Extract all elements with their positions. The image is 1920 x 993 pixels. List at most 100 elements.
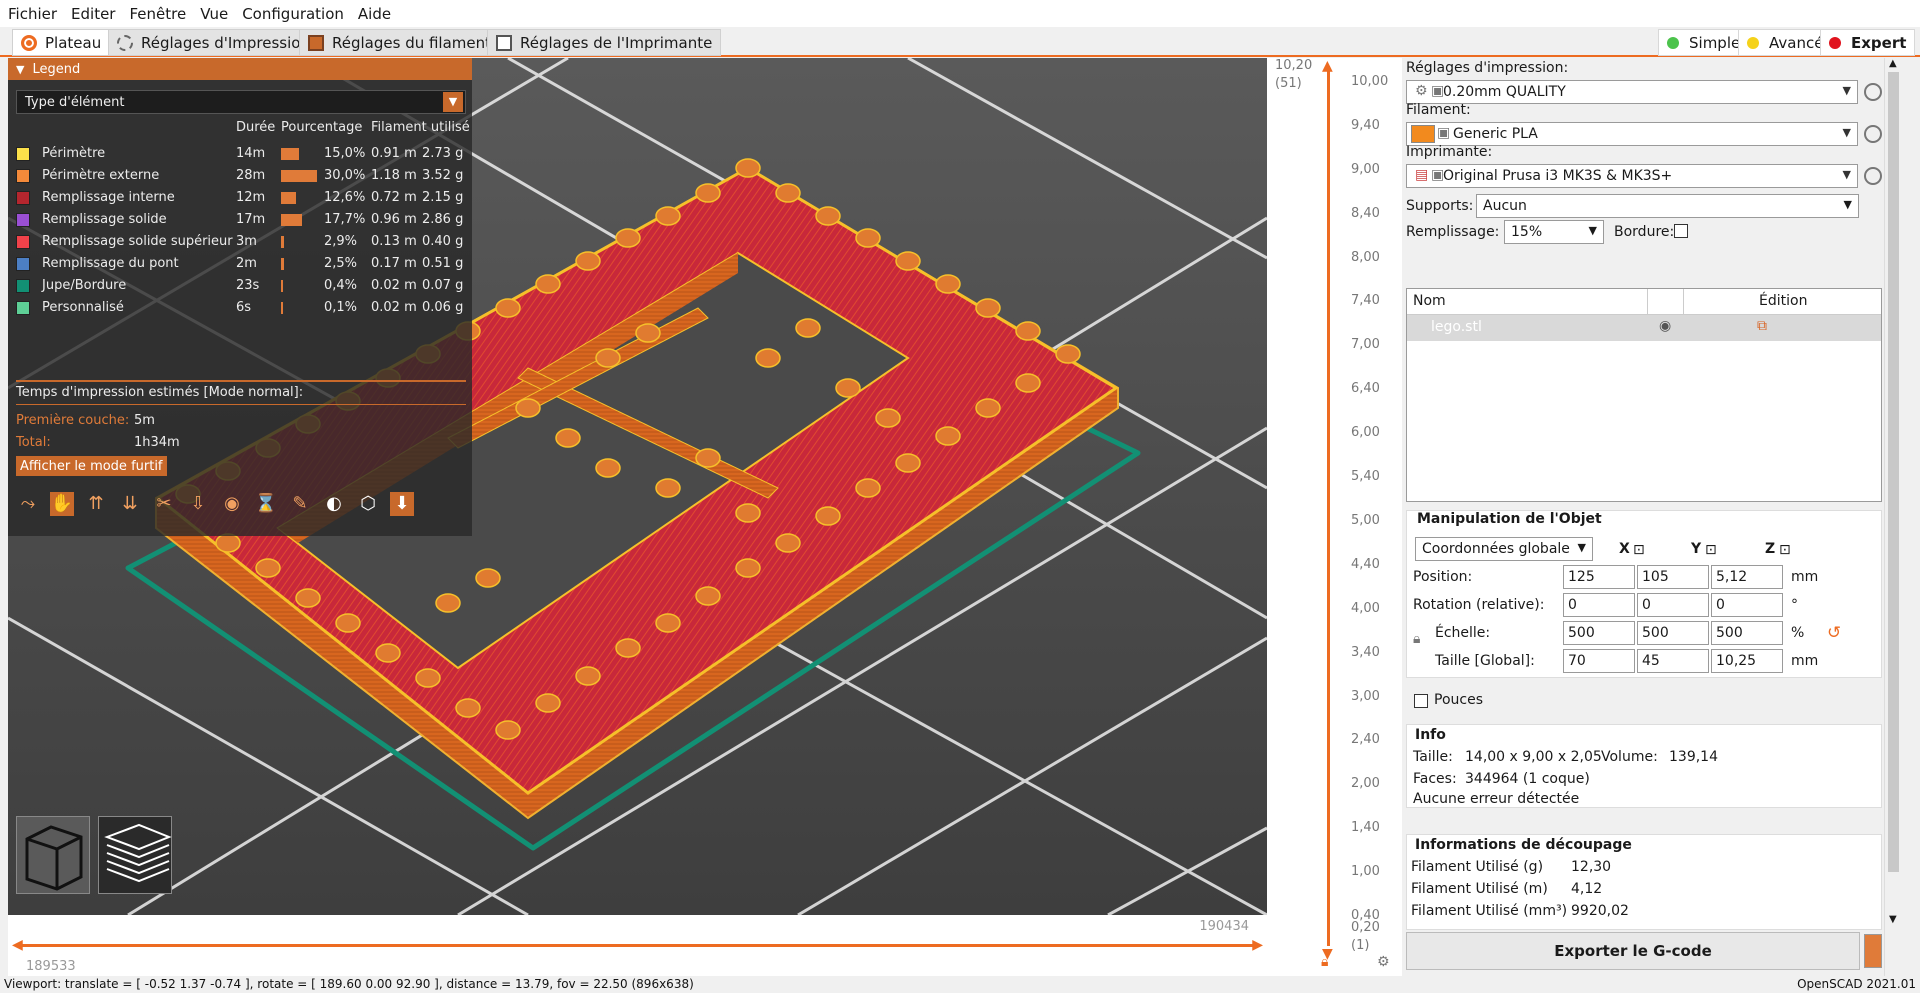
legend-row-grams: 0.51 g xyxy=(422,256,464,271)
print-settings-edit-icon[interactable] xyxy=(1864,83,1882,101)
rotation-x-input[interactable]: 0 xyxy=(1563,593,1635,617)
legend-row-meters: 0.72 m xyxy=(371,190,417,205)
print-settings-combo[interactable]: ⚙ ▣ 0.20mm QUALITY ▼ xyxy=(1406,80,1858,104)
tab-print-settings[interactable]: Réglages d'Impression xyxy=(108,29,319,56)
filament-color-swatch[interactable] xyxy=(1411,125,1435,143)
send-to-printer-icon[interactable] xyxy=(1864,934,1882,968)
left-thumb-icon[interactable]: ◀ xyxy=(12,937,23,953)
object-name: lego.stl xyxy=(1431,319,1482,335)
tool-marker-icon[interactable]: ⬇ xyxy=(390,492,414,516)
menu-fichier[interactable]: Fichier xyxy=(8,5,57,23)
sidebar-scrollbar[interactable]: ▲ ▼ xyxy=(1884,58,1902,976)
reset-scale-icon[interactable]: ↺ xyxy=(1827,623,1841,643)
position-y-input[interactable]: 105 xyxy=(1637,565,1709,589)
size-x-input[interactable]: 70 xyxy=(1563,649,1635,673)
pause-prints-icon[interactable]: ⌛ xyxy=(254,492,278,516)
position-x-input[interactable]: 125 xyxy=(1563,565,1635,589)
color-changes-icon[interactable]: ◉ xyxy=(220,492,244,516)
status-bar: Viewport: translate = [ -0.52 1.37 -0.74… xyxy=(0,976,1920,993)
tab-plateau[interactable]: Plateau xyxy=(12,29,111,56)
scale-z-input[interactable]: 500 xyxy=(1711,621,1783,645)
move-slider-track[interactable] xyxy=(18,944,1257,947)
rotation-y-input[interactable]: 0 xyxy=(1637,593,1709,617)
size-z-input[interactable]: 10,25 xyxy=(1711,649,1783,673)
right-thumb-icon[interactable]: ▶ xyxy=(1252,937,1263,953)
feature-type-select[interactable]: Type d'élément ▼ xyxy=(16,90,466,114)
mode-advanced-label: Avancé xyxy=(1769,33,1824,52)
size-y-input[interactable]: 45 xyxy=(1637,649,1709,673)
drop-to-bed-x-icon[interactable]: ⊡ xyxy=(1633,542,1645,558)
layer-tick-label: 3,40 xyxy=(1351,644,1380,660)
edit-icon[interactable]: ⧉ xyxy=(1757,318,1767,334)
legend-title: Legend xyxy=(32,61,81,77)
tab-printer-settings[interactable]: Réglages de l'Imprimante xyxy=(487,29,722,56)
scale-lock-icon[interactable]: 🔒︎ xyxy=(1413,631,1420,647)
mode-simple-button[interactable]: Simple xyxy=(1658,29,1750,56)
expert-dot-icon xyxy=(1829,36,1841,49)
layers-view-button[interactable] xyxy=(98,816,172,894)
retractions-icon[interactable]: ⇈ xyxy=(84,492,108,516)
object-list-header: Nom Édition xyxy=(1407,289,1881,315)
drop-to-bed-y-icon[interactable]: ⊡ xyxy=(1705,542,1717,558)
object-list[interactable]: Nom Édition lego.stl ◉ ⧉ xyxy=(1406,288,1882,502)
legend-row-meters: 0.13 m xyxy=(371,234,417,249)
scale-x-input[interactable]: 500 xyxy=(1563,621,1635,645)
tab-bar: Plateau Réglages d'Impression Réglages d… xyxy=(0,27,1920,57)
slicing-row-label: Filament Utilisé (mm³) xyxy=(1411,903,1568,919)
legend-row: Remplissage solide 17m 17,7% 0.96 m 2.86 g xyxy=(8,210,472,228)
lock-small-icon: ▣ xyxy=(1431,83,1445,99)
list-item[interactable]: lego.stl ◉ ⧉ xyxy=(1407,315,1881,341)
scrollbar-thumb[interactable] xyxy=(1888,72,1899,872)
deretractions-icon[interactable]: ⇊ xyxy=(118,492,142,516)
center-of-gravity-icon[interactable]: ◐ xyxy=(322,492,346,516)
rotation-z-input[interactable]: 0 xyxy=(1711,593,1783,617)
layer-tick-label: 1,00 xyxy=(1351,864,1380,880)
drop-to-bed-z-icon[interactable]: ⊡ xyxy=(1779,542,1791,558)
menu-vue[interactable]: Vue xyxy=(200,5,228,23)
filament-combo[interactable]: ▣ Generic PLA ▼ xyxy=(1406,122,1858,146)
upper-thumb-icon[interactable]: ▲ xyxy=(1322,58,1333,74)
cog-icon[interactable]: ⚙ xyxy=(1377,954,1390,970)
custom-gcodes-icon[interactable]: ✎ xyxy=(288,492,312,516)
stealth-mode-button[interactable]: Afficher le mode furtif xyxy=(16,456,167,476)
3d-view-button[interactable] xyxy=(16,816,90,894)
legend-header[interactable]: ▼ Legend xyxy=(8,58,472,80)
filament-edit-icon[interactable] xyxy=(1864,125,1882,143)
layer-slider-track[interactable] xyxy=(1327,66,1330,946)
mode-advanced-button[interactable]: Avancé xyxy=(1738,29,1833,56)
wipe-icon[interactable]: ✋ xyxy=(50,492,74,516)
seams-icon[interactable]: ✂ xyxy=(152,492,176,516)
brim-checkbox[interactable] xyxy=(1674,224,1688,238)
menu-configuration[interactable]: Configuration xyxy=(242,5,344,23)
printer-combo[interactable]: ▤ ▣ Original Prusa i3 MK3S & MK3S+ ▼ xyxy=(1406,164,1858,188)
menu-aide[interactable]: Aide xyxy=(358,5,391,23)
menu-fenetre[interactable]: Fenêtre xyxy=(129,5,186,23)
position-z-input[interactable]: 5,12 xyxy=(1711,565,1783,589)
infill-combo[interactable]: 15% ▼ xyxy=(1504,220,1604,244)
legend-row-percent: 15,0% xyxy=(324,146,366,161)
info-faces-value: 344964 (1 coque) xyxy=(1465,771,1590,787)
menu-editer[interactable]: Editer xyxy=(71,5,115,23)
scale-y-input[interactable]: 500 xyxy=(1637,621,1709,645)
travel-icon[interactable]: ⤳ xyxy=(16,492,40,516)
inches-checkbox[interactable] xyxy=(1414,694,1428,708)
tool-changes-icon[interactable]: ⇩ xyxy=(186,492,210,516)
3d-viewport[interactable]: ▼ Legend Type d'élément ▼ Durée Pourcent… xyxy=(8,58,1267,915)
tab-filament-settings[interactable]: Réglages du filament xyxy=(299,29,501,56)
lock-icon[interactable]: 🔒︎ xyxy=(1321,954,1328,970)
info-faces-label: Faces: xyxy=(1413,771,1457,787)
tab-filament-settings-label: Réglages du filament xyxy=(332,33,492,52)
layer-slider[interactable]: 10,20 (51) ▲ ▼ 10,00 9,40 9,00 8,40 8,00 7,40… xyxy=(1267,58,1402,976)
move-slider[interactable]: 190434 ◀ ▶ 189533 xyxy=(8,915,1267,976)
shells-icon[interactable]: ⬡ xyxy=(356,492,380,516)
printer-edit-icon[interactable] xyxy=(1864,167,1882,185)
col-duration: Durée xyxy=(236,120,276,135)
scroll-up-icon[interactable]: ▲ xyxy=(1889,58,1897,69)
export-gcode-button[interactable]: Exporter le G-code xyxy=(1406,932,1860,970)
coordinates-combo[interactable]: Coordonnées globale ▼ xyxy=(1415,537,1593,561)
mode-expert-button[interactable]: Expert xyxy=(1820,29,1916,56)
supports-combo[interactable]: Aucun ▼ xyxy=(1476,194,1859,218)
scroll-down-icon[interactable]: ▼ xyxy=(1889,914,1897,925)
eye-icon[interactable]: ◉ xyxy=(1659,318,1671,334)
layer-tick-label: 10,00 xyxy=(1351,74,1389,89)
